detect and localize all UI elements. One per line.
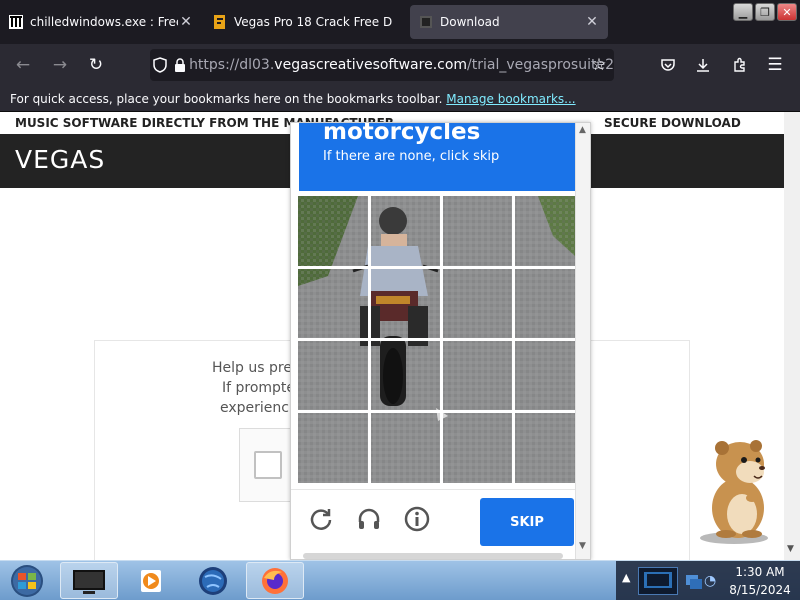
- captcha-image-grid: [298, 196, 575, 483]
- tab-title: chilledwindows.exe : Free D: [30, 15, 178, 29]
- scroll-down-icon[interactable]: ▼: [579, 541, 586, 551]
- tab-bar: chilledwindows.exe : Free D ✕ Vegas Pro …: [0, 0, 800, 44]
- info-icon[interactable]: [402, 504, 432, 534]
- scroll-down-icon[interactable]: ▼: [787, 544, 794, 554]
- captcha-header: motorcycles If there are none, click ski…: [299, 123, 575, 191]
- pocket-icon[interactable]: [657, 54, 679, 76]
- globe-icon: [199, 566, 227, 595]
- captcha-target: motorcycles: [323, 122, 481, 145]
- system-tray: ▲ ◔ 1:30 AM 8/15/2024: [616, 561, 800, 600]
- downloads-icon[interactable]: [692, 54, 714, 76]
- hamster-assistant[interactable]: [696, 436, 786, 546]
- bookmark-star-icon[interactable]: ☆: [588, 54, 610, 76]
- forward-icon[interactable]: →: [49, 54, 71, 76]
- computer-icon: [73, 569, 105, 594]
- url-prefix: https://dl03.: [189, 57, 275, 73]
- taskbar-app-firefox[interactable]: [246, 562, 304, 599]
- scroll-up-icon[interactable]: ▲: [579, 125, 586, 135]
- captcha-footer: SKIP: [291, 489, 575, 559]
- tab-vegas-crack[interactable]: Vegas Pro 18 Crack Free D: [212, 5, 402, 39]
- close-window-icon[interactable]: ✕: [777, 3, 797, 21]
- taskbar-app-computer[interactable]: [60, 562, 118, 599]
- maximize-icon[interactable]: ❐: [755, 3, 775, 21]
- captcha-horizontal-scrollbar[interactable]: [303, 553, 563, 559]
- bookmarks-toolbar: For quick access, place your bookmarks h…: [0, 86, 800, 112]
- close-tab-icon[interactable]: ✕: [178, 14, 194, 30]
- tab-title: Vegas Pro 18 Crack Free D: [234, 15, 393, 29]
- close-tab-icon[interactable]: ✕: [584, 14, 600, 30]
- shield-icon[interactable]: [150, 57, 170, 73]
- firefox-icon: [262, 567, 288, 594]
- back-icon[interactable]: ←: [12, 54, 34, 76]
- vegas-favicon-icon: [212, 14, 228, 30]
- tab-title: Download: [440, 15, 500, 29]
- help-text-line: Help us prev: [212, 360, 301, 376]
- captcha-tiles[interactable]: [298, 196, 575, 483]
- tab-chilledwindows[interactable]: chilledwindows.exe : Free D ✕: [8, 5, 194, 39]
- media-player-icon: [141, 569, 161, 592]
- page-scrollbar[interactable]: ▼: [784, 112, 800, 560]
- manage-bookmarks-link[interactable]: Manage bookmarks...: [446, 92, 575, 106]
- recaptcha-checkbox[interactable]: [254, 451, 282, 479]
- archive-org-icon: [8, 14, 24, 30]
- skip-button[interactable]: SKIP: [480, 498, 574, 546]
- taskbar-app-globe[interactable]: [184, 562, 242, 599]
- start-button[interactable]: [2, 561, 52, 600]
- taskbar-app-media-player[interactable]: [122, 562, 180, 599]
- captcha-challenge: motorcycles If there are none, click ski…: [290, 122, 591, 560]
- clock-date[interactable]: 8/15/2024: [720, 583, 800, 597]
- captcha-scrollbar[interactable]: ▲ ▼: [575, 123, 590, 559]
- extensions-icon[interactable]: [729, 54, 751, 76]
- lock-icon[interactable]: [170, 58, 189, 72]
- bookmarks-message: For quick access, place your bookmarks h…: [10, 92, 443, 106]
- tab-download-active[interactable]: Download ✕: [410, 5, 608, 39]
- menu-icon[interactable]: ☰: [764, 54, 786, 76]
- taskbar: ▲ ◔ 1:30 AM 8/15/2024: [0, 560, 800, 600]
- url-bar[interactable]: https://dl03. vegascreativesoftware.com …: [150, 49, 614, 81]
- navigation-bar: ← → ↻ https://dl03. vegascreativesoftwar…: [0, 44, 800, 86]
- url-domain: vegascreativesoftware.com: [274, 57, 468, 73]
- headphones-icon[interactable]: [354, 504, 384, 534]
- captcha-subtitle: If there are none, click skip: [323, 149, 500, 164]
- minimize-icon[interactable]: ▁: [733, 3, 753, 21]
- reload-icon[interactable]: [306, 504, 336, 534]
- monitor-icon: [644, 572, 672, 588]
- reload-icon[interactable]: ↻: [85, 54, 107, 76]
- show-hidden-icons-icon[interactable]: ▲: [622, 571, 630, 584]
- network-icon[interactable]: [684, 571, 704, 595]
- clock-time[interactable]: 1:30 AM: [720, 565, 800, 579]
- windows-orb-icon[interactable]: [7, 563, 47, 599]
- volume-icon[interactable]: ◔: [704, 573, 716, 589]
- vegas-logo[interactable]: VEGAS: [15, 145, 105, 174]
- tray-app-thumbnail[interactable]: [638, 567, 678, 595]
- page-favicon-icon: [418, 14, 434, 30]
